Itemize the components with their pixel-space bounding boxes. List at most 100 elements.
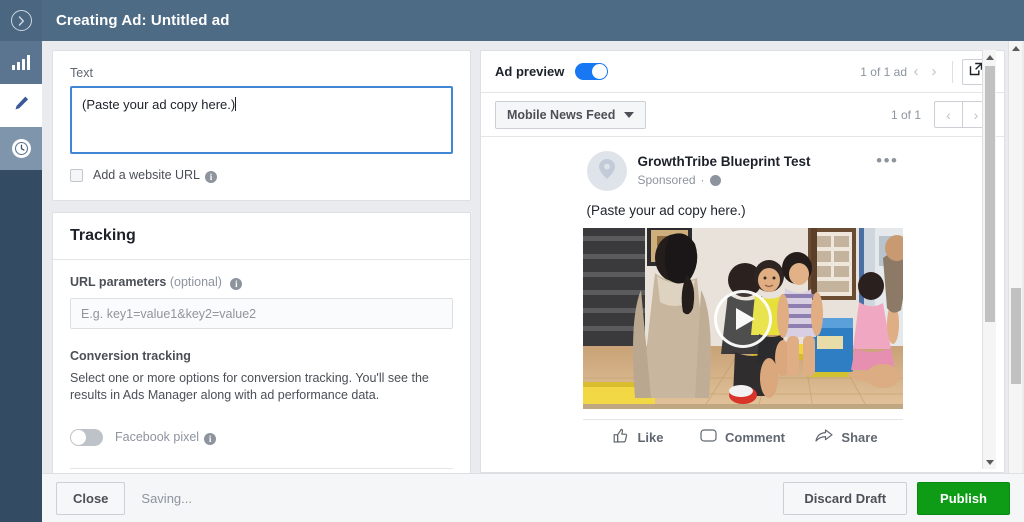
conversion-tracking-description: Select one or more options for conversio… [70,371,429,402]
sponsored-line: Sponsored · [638,173,811,187]
divider [70,468,453,469]
ad-copy-textarea[interactable]: (Paste your ad copy here.) [70,86,453,154]
comment-bubble-icon [700,429,717,446]
scrollbar-thumb[interactable] [1011,288,1021,384]
url-parameters-input[interactable]: E.g. key1=value1&key2=value2 [70,298,453,329]
ellipsis-icon[interactable]: ••• [876,151,898,169]
toggle-knob [71,430,86,445]
website-url-checkbox[interactable] [70,169,83,182]
placement-pager: 1 of 1 ‹ › [891,101,990,128]
ad-form-column: Text (Paste your ad copy here.) Add a we… [42,41,471,473]
save-status: Saving... [141,490,192,506]
facebook-pixel-label-text: Facebook pixel [115,430,200,444]
ad-copy-text: (Paste your ad copy here.) [586,203,746,218]
ad-preview-header-controls: 1 of 1 ad ‹ › [860,58,990,85]
page-name: GrowthTribe Blueprint Test [637,154,811,169]
circle-chevron-right-icon [10,10,32,31]
facebook-ad-mock: GrowthTribe Blueprint Test Sponsored · •… [582,151,903,445]
ad-preview-stage: GrowthTribe Blueprint Test Sponsored · •… [481,137,1004,445]
tracking-card: Tracking URL parameters (optional) i E.g… [52,212,471,473]
globe-icon [709,174,721,186]
play-icon[interactable] [713,289,772,348]
facebook-pixel-toggle[interactable] [70,429,103,446]
ad-preview-title: Ad preview [495,64,565,79]
website-url-label: Add a website URL i [93,168,218,183]
ad-action-bar: Like Comment Share [582,419,903,447]
footer-bar: Close Saving... Discard Draft Publish [42,473,1024,522]
ad-media-thumbnail[interactable] [582,228,903,409]
discard-draft-button[interactable]: Discard Draft [783,481,908,515]
tracking-title: Tracking [70,227,136,244]
page-count-label: 1 of 1 [890,107,921,122]
publish-button[interactable]: Publish [917,481,1010,515]
scroll-up-arrow-icon[interactable] [983,50,997,64]
url-parameters-label-text: URL parameters [70,275,167,289]
bar-chart-icon [12,55,30,70]
sidebar-expand-button[interactable] [0,0,42,41]
clock-icon [11,139,31,158]
placement-dropdown[interactable]: Mobile News Feed [495,100,647,129]
like-button[interactable]: Like [587,428,691,447]
ad-count-label: 1 of 1 ad [860,64,907,79]
preview-scrollbar[interactable] [982,50,996,469]
sidebar-item-edit[interactable] [0,84,42,127]
facebook-pixel-row: Facebook pixel i [70,429,453,446]
ad-preview-toggle[interactable] [575,63,609,80]
website-url-label-text: Add a website URL [93,168,201,182]
ads-manager-window: Creating Ad: Untitled ad Text (Paste you… [0,0,1024,522]
pencil-icon [13,95,30,117]
ad-preview-controls: Mobile News Feed 1 of 1 ‹ › [481,93,1004,137]
like-label: Like [637,430,664,445]
ad-preview-header: Ad preview 1 of 1 ad ‹ › [481,51,1004,93]
comment-label: Comment [725,430,785,445]
close-button[interactable]: Close [56,481,126,515]
scroll-down-arrow-icon[interactable] [983,455,997,469]
content-area: Text (Paste your ad copy here.) Add a we… [42,41,1024,473]
website-url-row: Add a website URL i [70,168,453,183]
footer-actions: Discard Draft Publish [783,481,1010,515]
sidebar-item-history[interactable] [0,127,42,170]
sidebar-item-analytics[interactable] [0,41,42,84]
share-arrow-icon [815,429,834,446]
caret-down-icon [624,111,635,118]
text-field-label: Text [70,66,93,80]
ad-header: GrowthTribe Blueprint Test Sponsored · •… [583,151,903,191]
thumbs-up-icon [613,428,629,447]
ad-preview-column: Ad preview 1 of 1 ad ‹ › Mobile News Fee… [471,41,1014,473]
info-icon[interactable]: i [204,433,217,445]
sponsored-label: Sponsored [637,173,696,187]
placement-label: Mobile News Feed [507,107,616,122]
share-button[interactable]: Share [795,428,899,447]
url-parameters-placeholder: E.g. key1=value1&key2=value2 [81,306,257,321]
facebook-pixel-label: Facebook pixel i [115,430,217,445]
tracking-card-header: Tracking [53,213,470,260]
rail-empty-space [0,170,42,522]
text-caret [235,97,237,111]
url-parameters-label: URL parameters (optional) i [70,275,453,290]
share-label: Share [841,430,878,445]
avatar [586,151,627,191]
location-pin-icon [597,157,617,186]
conversion-tracking-label: Conversion tracking [70,349,191,363]
text-card: Text (Paste your ad copy here.) Add a we… [52,50,471,201]
left-nav-rail [0,41,42,522]
toggle-knob [592,64,608,79]
previous-ad-button[interactable]: ‹ [907,61,925,83]
ad-copy-value: (Paste your ad copy here.) [82,97,236,112]
ad-preview-card: Ad preview 1 of 1 ad ‹ › Mobile News Fee… [480,50,1005,473]
next-ad-button[interactable]: › [925,61,943,83]
scrollbar-thumb[interactable] [985,66,995,322]
top-header-bar: Creating Ad: Untitled ad [0,0,1024,41]
info-icon[interactable]: i [230,278,243,290]
scroll-up-arrow-icon[interactable] [1009,41,1023,55]
comment-button[interactable]: Comment [691,428,795,447]
placement-prev-button[interactable]: ‹ [934,101,962,128]
info-icon[interactable]: i [205,171,218,183]
external-link-icon [969,62,983,81]
ad-header-text: GrowthTribe Blueprint Test Sponsored · [638,151,811,187]
separator-dot: · [700,173,705,187]
separator [952,60,953,83]
url-parameters-optional-text: (optional) [169,275,222,289]
page-scrollbar[interactable] [1008,41,1022,522]
page-title: Creating Ad: Untitled ad [56,12,230,29]
